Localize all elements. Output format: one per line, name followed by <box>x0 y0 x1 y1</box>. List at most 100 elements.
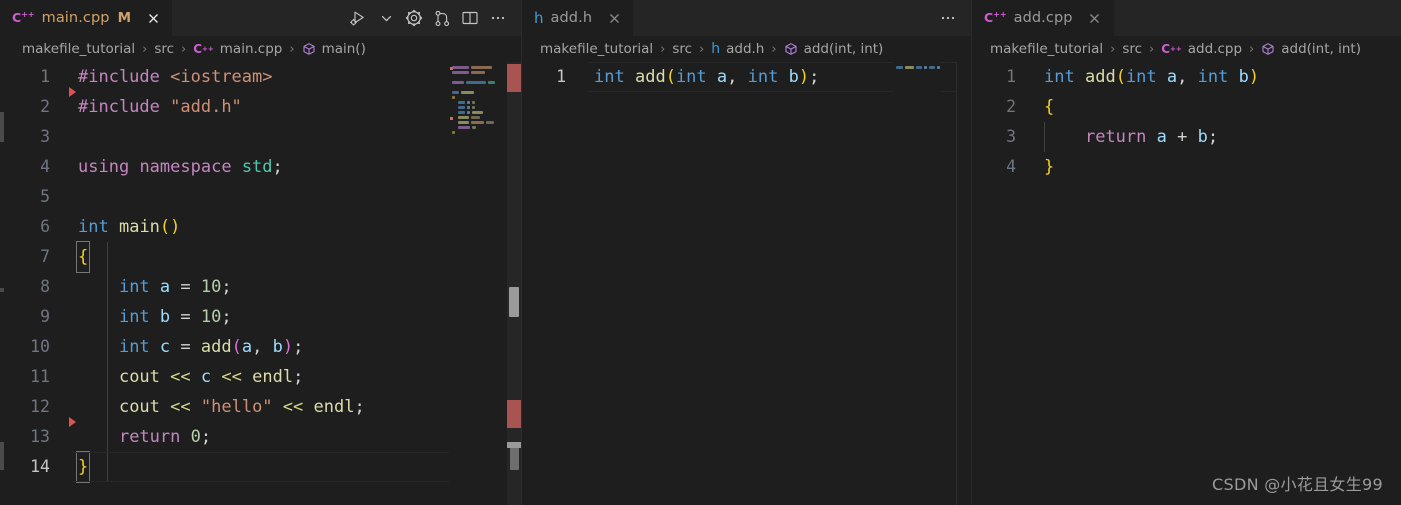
breadcrumb-item-symbol[interactable]: add(int, int) <box>784 41 884 57</box>
breadcrumb-text: main() <box>321 41 366 57</box>
symbol-function-icon <box>784 42 798 56</box>
tab-dirty-indicator: M <box>117 10 132 26</box>
line-number: 4 <box>1006 157 1016 176</box>
editor-group-main-cpp: C++ main.cpp M makefile_tutorial › src ›… <box>0 0 521 505</box>
tabbar-add-cpp: C++ add.cpp <box>972 0 1401 36</box>
breadcrumb-separator-icon: › <box>660 41 666 57</box>
code-line[interactable]: { <box>1038 92 1401 122</box>
breadcrumb-item-symbol[interactable]: add(int, int) <box>1261 41 1361 57</box>
breadcrumb-text: add(int, int) <box>803 41 884 57</box>
tab-add-cpp[interactable]: C++ add.cpp <box>972 0 1115 36</box>
symbol-function-icon <box>1261 42 1275 56</box>
symbol-function-icon <box>302 42 316 56</box>
tab-main-cpp[interactable]: C++ main.cpp M <box>0 0 174 36</box>
close-icon[interactable] <box>1086 9 1104 27</box>
ruler-error-mark <box>507 400 521 428</box>
more-actions-icon[interactable] <box>935 5 961 31</box>
ruler-mark <box>507 442 521 448</box>
code-line[interactable]: } <box>1038 152 1401 182</box>
breadcrumb-separator-icon: › <box>699 41 705 57</box>
gutter-add-h[interactable]: 1 <box>522 62 588 505</box>
breadcrumb-text: src <box>1122 41 1143 57</box>
cpp-file-icon: C++ <box>984 10 1007 26</box>
breadcrumb-separator-icon: › <box>1149 41 1155 57</box>
indent-guide <box>1044 122 1045 152</box>
tab-label: add.cpp <box>1013 10 1073 26</box>
chevron-down-icon[interactable] <box>373 5 399 31</box>
breadcrumb-text: makefile_tutorial <box>22 41 136 57</box>
minimap-main-cpp[interactable] <box>449 62 507 505</box>
breadcrumb-text: src <box>154 41 175 57</box>
line-number: 4 <box>40 157 50 176</box>
breadcrumb-separator-icon: › <box>1249 41 1255 57</box>
cpp-file-icon: C++ <box>193 42 214 56</box>
close-icon[interactable] <box>144 9 162 27</box>
tab-label: main.cpp <box>41 10 110 26</box>
breadcrumb-text: src <box>672 41 693 57</box>
cpp-file-icon: C++ <box>1161 42 1182 56</box>
gutter-main-cpp[interactable]: 1 2 3 4 5 6 7 8 9 10 11 12 13 14 <box>0 62 76 505</box>
csdn-watermark: CSDN @小花且女生99 <box>1212 475 1383 494</box>
line-number-active: 1 <box>556 67 566 86</box>
overview-ruler-add-h[interactable] <box>956 62 971 505</box>
ruler-selection-mark <box>509 287 519 317</box>
split-editor-icon[interactable] <box>457 5 483 31</box>
ruler-error-mark <box>507 64 521 92</box>
line-number: 10 <box>30 337 50 356</box>
editor-actions-main-cpp <box>345 0 521 36</box>
breadcrumb-separator-icon: › <box>289 41 295 57</box>
breadcrumb-item-file[interactable]: h add.h <box>711 41 764 57</box>
breadcrumb-item-folder[interactable]: makefile_tutorial <box>990 41 1103 57</box>
h-file-icon: h <box>534 8 544 27</box>
line-number: 1 <box>40 67 50 86</box>
breadcrumb-item-folder[interactable]: makefile_tutorial <box>540 41 653 57</box>
breadcrumb-item-file[interactable]: C ++ add.cpp <box>1161 41 1242 57</box>
breadcrumb-item-symbol[interactable]: main() <box>302 41 366 57</box>
breadcrumb-item-src[interactable]: src <box>672 41 692 57</box>
tab-label: add.h <box>550 10 593 26</box>
breadcrumb-separator-icon: › <box>771 41 777 57</box>
line-number-active: 14 <box>30 457 50 476</box>
tabbar-main-cpp: C++ main.cpp M <box>0 0 521 36</box>
line-number: 3 <box>40 127 50 146</box>
line-number: 11 <box>30 367 50 386</box>
line-number: 9 <box>40 307 50 326</box>
editor-main-cpp[interactable]: 1 2 3 4 5 6 7 8 9 10 11 12 13 14 #includ… <box>0 62 521 505</box>
breadcrumb-main-cpp: makefile_tutorial › src › C ++ main.cpp ›… <box>0 36 521 62</box>
tab-add-h[interactable]: h add.h <box>522 0 635 36</box>
gutter-add-cpp[interactable]: 1 2 3 4 <box>972 62 1038 505</box>
code-lines-add-cpp[interactable]: int add(int a, int b) { return a + b; } <box>1038 62 1401 505</box>
breadcrumb-item-src[interactable]: src <box>154 41 174 57</box>
code-line[interactable]: return a + b; <box>1038 122 1401 152</box>
editor-add-cpp[interactable]: 1 2 3 4 int add(int a, int b) { return a… <box>972 62 1401 505</box>
run-and-debug-icon[interactable] <box>345 5 371 31</box>
breadcrumb-add-h: makefile_tutorial › src › h add.h › add(… <box>522 36 971 62</box>
editor-add-h[interactable]: 1 int add(int a, int b); <box>522 62 971 505</box>
indent-guide <box>107 242 108 482</box>
overview-ruler-main-cpp[interactable] <box>507 62 521 505</box>
editor-actions-add-h <box>935 0 971 36</box>
breadcrumb-item-file[interactable]: C ++ main.cpp <box>193 41 282 57</box>
line-number: 3 <box>1006 127 1016 146</box>
breadcrumb-item-src[interactable]: src <box>1122 41 1142 57</box>
breadcrumb-separator-icon: › <box>1110 41 1116 57</box>
code-line[interactable]: int add(int a, int b) <box>1038 62 1401 92</box>
breadcrumb-separator-icon: › <box>181 41 187 57</box>
line-number: 1 <box>1006 67 1016 86</box>
minimap-add-h[interactable] <box>893 62 941 505</box>
breadcrumb-text: add.cpp <box>1187 41 1243 57</box>
more-actions-icon[interactable] <box>485 5 511 31</box>
editor-group-add-cpp: C++ add.cpp makefile_tutorial › src › C +… <box>971 0 1401 505</box>
editor-group-add-h: h add.h makefile_tutorial › src › h add.… <box>521 0 971 505</box>
gear-icon[interactable] <box>401 5 427 31</box>
close-icon[interactable] <box>605 9 623 27</box>
line-number: 8 <box>40 277 50 296</box>
breadcrumb-item-folder[interactable]: makefile_tutorial <box>22 41 135 57</box>
line-number: 6 <box>40 217 50 236</box>
breadcrumb-text: add.h <box>726 41 765 57</box>
line-number: 13 <box>30 427 50 446</box>
line-number: 7 <box>40 247 50 266</box>
breadcrumb-text: add(int, int) <box>1281 41 1361 57</box>
breadcrumb-separator-icon: › <box>142 41 148 57</box>
source-control-icon[interactable] <box>429 5 455 31</box>
